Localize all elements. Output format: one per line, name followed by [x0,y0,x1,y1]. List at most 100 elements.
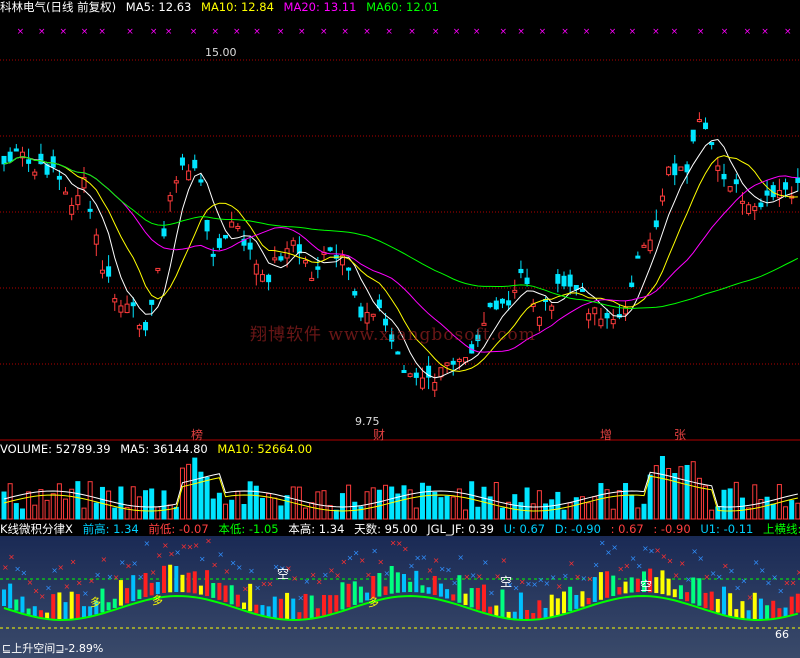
volume-bar [81,507,87,520]
tian-shu: 天数: 95.00 [354,522,418,536]
indicator-bar [20,596,25,613]
indicator-mark: × [716,573,723,582]
kong-label: 空 [640,579,652,593]
indicator-mark: × [433,556,440,565]
indicator-mark: × [556,582,563,591]
indicator-bar [137,589,142,599]
price-chart-pane[interactable]: × × × × × × × × × × × × × × × × × × × × × × × × × × × × × × × × × × × × [0,14,800,441]
volume-bar [216,492,222,520]
volume-bar [456,488,462,520]
indicator-mark: × [408,562,415,571]
candle-body [555,274,561,284]
event-tag-bang[interactable]: 榜 [191,426,203,443]
volume-bar [315,491,321,520]
indicator-bar [752,592,757,620]
candle-body [315,266,321,270]
candle-body [419,377,425,389]
event-tag-zhang[interactable]: 张 [674,426,686,443]
stock-title[interactable]: 科林电气(日线 前复权) [0,0,116,14]
indicator-bar [346,583,351,608]
indicator-bar [451,594,456,601]
indicator-bar [125,588,130,604]
volume-bar [38,489,44,520]
indicator-bar [562,591,566,614]
volume-bar [186,463,192,520]
indicator-bar [358,586,363,603]
candle-body [512,289,518,293]
indicator-bar [377,573,382,597]
candle-body [432,381,438,391]
indicator-bar [174,566,179,593]
candle-body [259,274,265,282]
indicator-bar [482,584,486,612]
event-tag-cai[interactable]: 财 [373,426,385,443]
indicator-bar [285,592,290,620]
indicator-bar [8,583,13,609]
indicator-name[interactable]: K线微积分律X [0,522,73,536]
candle-body [112,298,118,303]
volume-bar [179,467,185,520]
candle-body [647,239,653,252]
volume-bar [709,509,715,520]
v2-value: : -0.90 [653,522,691,536]
v1-value: : 0.67 [610,522,644,536]
volume-bar [93,502,99,520]
candle-body [216,238,222,248]
volume-bar [204,476,210,520]
indicator-mark: × [697,554,704,563]
volume-chart-svg[interactable] [0,456,800,520]
indicator-bar [192,571,197,594]
candle-body [733,179,739,185]
indicator-bar [783,607,788,617]
volume-chart-pane[interactable] [0,456,800,520]
volume-bar [358,506,364,520]
signal-mark: × [126,27,134,37]
indicator-bar [765,605,770,620]
event-tag-zeng[interactable]: 增 [600,426,612,443]
indicator-mark: × [82,589,89,598]
candle-body [690,129,696,142]
rise-space-note: ⊑上升空间⊒-2.89% [2,642,104,655]
indicator-bar [254,604,259,614]
volume-bar [376,489,382,520]
volume-bar [346,484,352,520]
volume-bar [198,471,204,520]
indicator-mark: × [211,561,218,570]
indicator-chart-svg[interactable]: ××× ×××××× ××××××××× ×× × ××××××× ×× × ××××××× ××… [0,536,800,658]
indicator-bar [223,585,228,603]
candle-body [266,274,272,283]
volume-bar [118,486,124,520]
volume-bar [155,506,161,520]
candle-body [7,151,13,162]
indicator-bar [420,585,425,593]
indicator-bar [475,587,480,610]
ben-di: 本低: -1.05 [218,522,279,536]
volume-bar [339,493,345,520]
candle-body [672,163,678,176]
indicator-mark: × [291,574,298,583]
indicator-bar [395,572,400,593]
indicator-bar [432,575,437,596]
signal-mark: × [233,27,241,37]
indicator-chart-pane[interactable]: × × × × × × × × × × × × × × × × × × × × × × × × × × × × × × × × × × × × × × × ×… [0,536,800,658]
indicator-bar [186,572,191,593]
indicator-bar [685,592,690,602]
indicator-bar [525,610,530,620]
indicator-bar [26,608,31,615]
candle-body [186,170,192,181]
volume-bar [727,488,733,520]
candle-body [278,256,284,261]
candle-body [87,208,93,212]
volume-bar [721,489,727,520]
volume-bar [303,507,309,520]
indicator-bar [728,593,733,617]
candle-body [506,300,512,306]
ben-gao: 本高: 1.34 [288,522,345,536]
candle-body [401,370,407,374]
signal-mark: × [98,27,106,37]
candle-body [746,204,752,214]
indicator-bar [629,577,634,593]
d-value: D: -0.90 [554,522,601,536]
volume-bar [247,481,253,520]
price-chart-svg[interactable]: × × × × × × × × × × × × × × × × × × × × × × × × × × × × × × × × × × × × [0,14,800,441]
